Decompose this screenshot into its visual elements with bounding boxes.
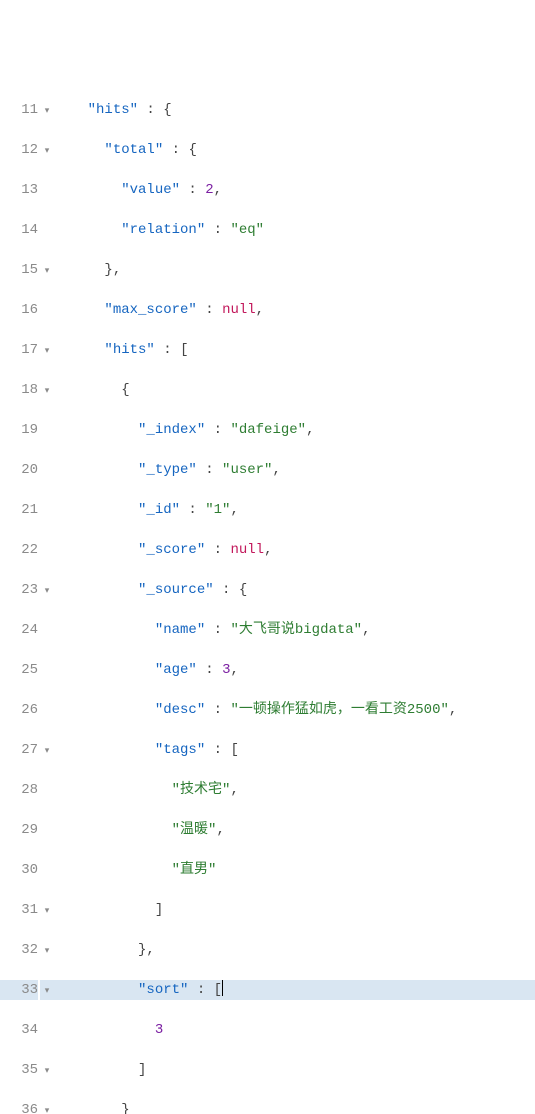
line-number: 13 xyxy=(0,180,38,200)
line-number: 20 xyxy=(0,460,38,480)
line-number: 30 xyxy=(0,860,38,880)
code-line[interactable]: "技术宅", xyxy=(54,780,535,800)
code-line[interactable]: "直男" xyxy=(54,860,535,880)
line-number: 12 xyxy=(0,140,38,160)
line-number: 33 xyxy=(0,980,38,1000)
fold-gutter: ▾ ▾ ▾ ▾ ▾ ▾ ▾ ▾ ▾ ▾ ▾ ▾ ▾ ▾ xyxy=(40,80,54,1114)
code-line[interactable]: }, xyxy=(54,260,535,280)
line-number: 25 xyxy=(0,660,38,680)
line-number: 29 xyxy=(0,820,38,840)
line-number: 31 xyxy=(0,900,38,920)
code-line[interactable]: "name" : "大飞哥说bigdata", xyxy=(54,620,535,640)
line-number: 32 xyxy=(0,940,38,960)
code-line[interactable]: "_type" : "user", xyxy=(54,460,535,480)
code-area[interactable]: "hits" : { "total" : { "value" : 2, "rel… xyxy=(54,80,535,1114)
code-line[interactable]: } xyxy=(54,1100,535,1114)
fold-toggle-icon[interactable]: ▾ xyxy=(42,341,52,361)
code-line[interactable]: { xyxy=(54,380,535,400)
code-editor[interactable]: 11 12 13 14 15 16 17 18 19 20 21 22 23 2… xyxy=(0,80,535,1114)
line-number: 22 xyxy=(0,540,38,560)
code-line-active[interactable]: "sort" : [ xyxy=(54,980,535,1000)
line-number: 28 xyxy=(0,780,38,800)
line-number: 36 xyxy=(0,1100,38,1114)
fold-toggle-icon[interactable]: ▾ xyxy=(42,1061,52,1081)
code-line[interactable]: ] xyxy=(54,900,535,920)
fold-toggle-icon[interactable]: ▾ xyxy=(42,741,52,761)
code-line[interactable]: "age" : 3, xyxy=(54,660,535,680)
code-line[interactable]: "_source" : { xyxy=(54,580,535,600)
fold-toggle-icon[interactable]: ▾ xyxy=(42,141,52,161)
code-line[interactable]: "_index" : "dafeige", xyxy=(54,420,535,440)
line-number: 23 xyxy=(0,580,38,600)
code-line[interactable]: "hits" : { xyxy=(54,100,535,120)
line-number: 27 xyxy=(0,740,38,760)
code-line[interactable]: 3 xyxy=(54,1020,535,1040)
line-number: 17 xyxy=(0,340,38,360)
fold-toggle-icon[interactable]: ▾ xyxy=(42,581,52,601)
code-line[interactable]: "total" : { xyxy=(54,140,535,160)
code-line[interactable]: "value" : 2, xyxy=(54,180,535,200)
fold-toggle-icon[interactable]: ▾ xyxy=(42,941,52,961)
line-number: 15 xyxy=(0,260,38,280)
line-number: 16 xyxy=(0,300,38,320)
code-line[interactable]: "_score" : null, xyxy=(54,540,535,560)
line-number: 24 xyxy=(0,620,38,640)
code-line[interactable]: }, xyxy=(54,940,535,960)
fold-toggle-icon[interactable]: ▾ xyxy=(42,901,52,921)
fold-toggle-icon[interactable]: ▾ xyxy=(42,261,52,281)
code-line[interactable]: "温暖", xyxy=(54,820,535,840)
code-line[interactable]: ] xyxy=(54,1060,535,1080)
line-number: 35 xyxy=(0,1060,38,1080)
line-number-gutter: 11 12 13 14 15 16 17 18 19 20 21 22 23 2… xyxy=(0,80,40,1114)
line-number: 18 xyxy=(0,380,38,400)
code-line[interactable]: "hits" : [ xyxy=(54,340,535,360)
line-number: 14 xyxy=(0,220,38,240)
text-cursor xyxy=(222,980,223,996)
fold-toggle-icon[interactable]: ▾ xyxy=(42,381,52,401)
code-line[interactable]: "desc" : "一顿操作猛如虎，一看工资2500", xyxy=(54,700,535,720)
code-line[interactable]: "relation" : "eq" xyxy=(54,220,535,240)
fold-toggle-icon[interactable]: ▾ xyxy=(42,981,52,1001)
line-number: 21 xyxy=(0,500,38,520)
line-number: 26 xyxy=(0,700,38,720)
code-line[interactable]: "_id" : "1", xyxy=(54,500,535,520)
code-line[interactable]: "max_score" : null, xyxy=(54,300,535,320)
fold-toggle-icon[interactable]: ▾ xyxy=(42,101,52,121)
fold-toggle-icon[interactable]: ▾ xyxy=(42,1101,52,1114)
line-number: 11 xyxy=(0,100,38,120)
line-number: 19 xyxy=(0,420,38,440)
code-line[interactable]: "tags" : [ xyxy=(54,740,535,760)
line-number: 34 xyxy=(0,1020,38,1040)
